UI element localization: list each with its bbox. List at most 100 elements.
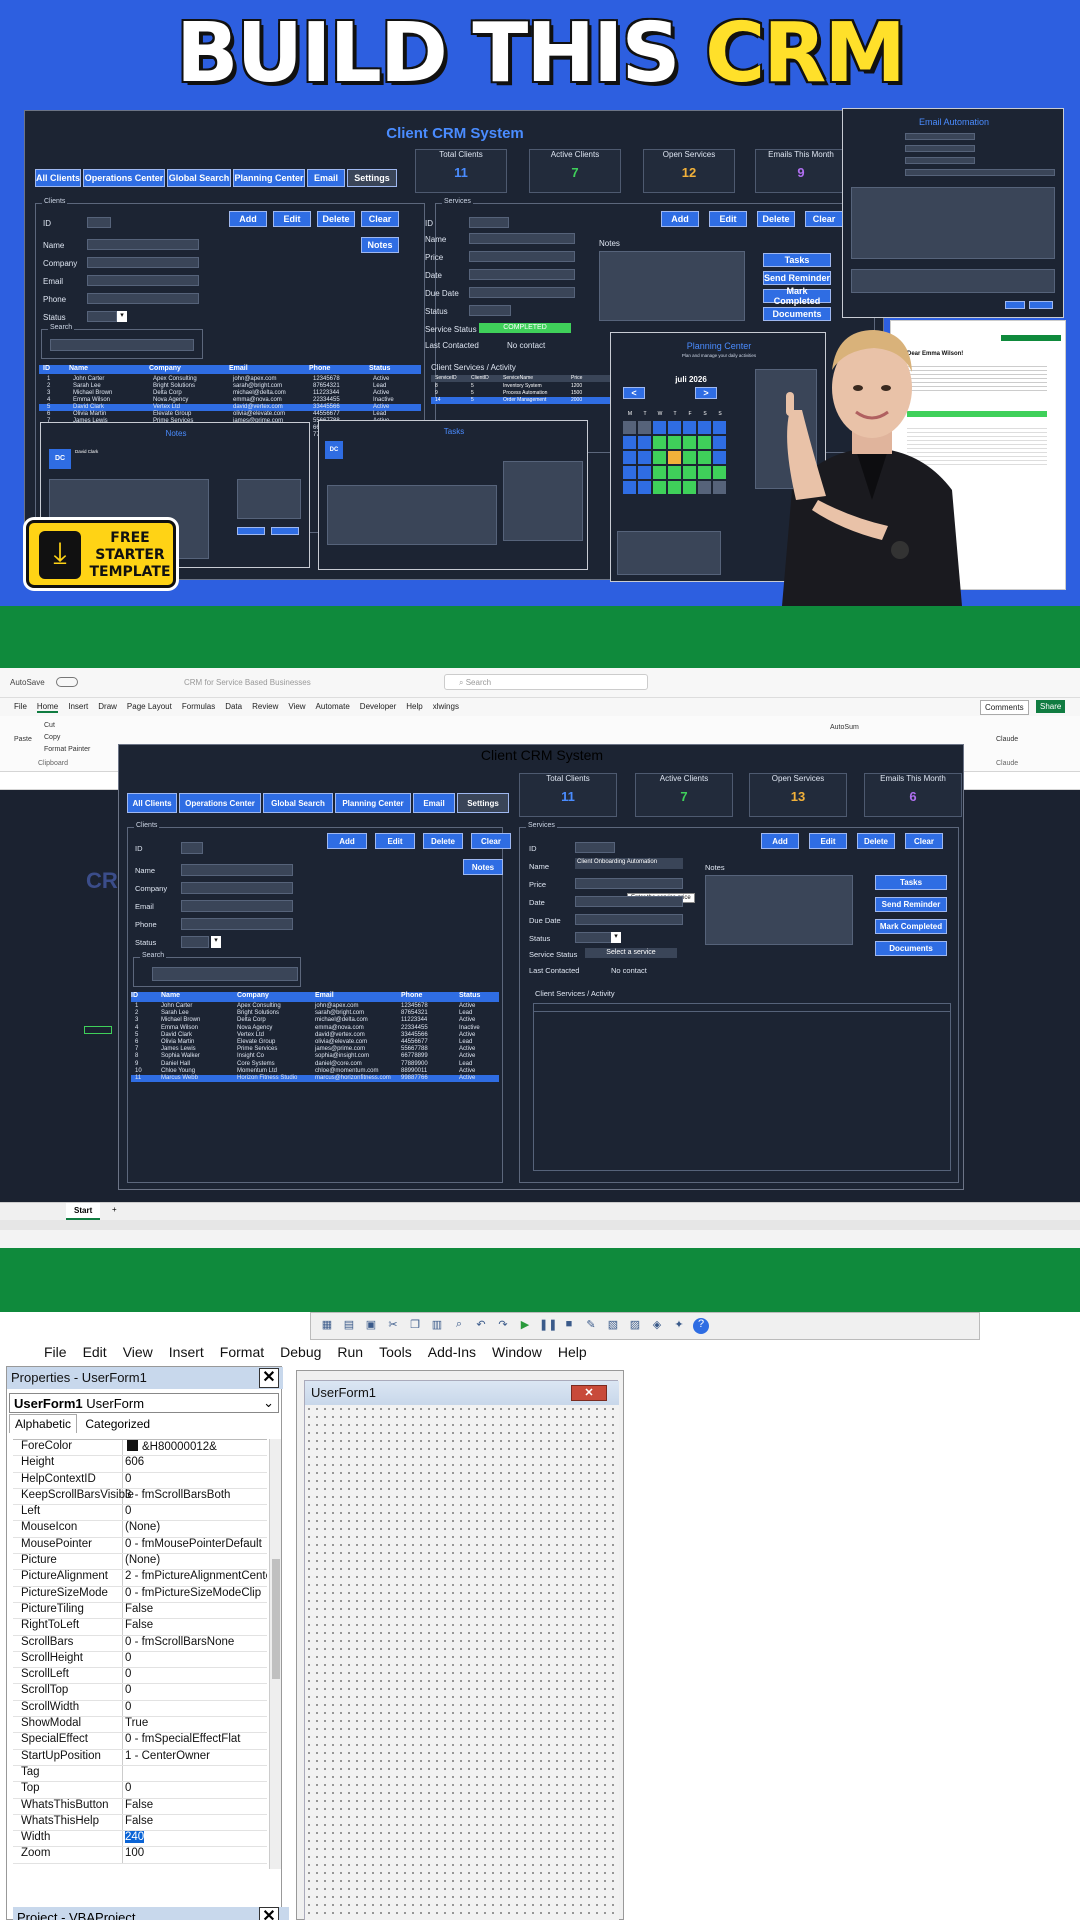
client-search-input[interactable] (152, 967, 298, 981)
property-row[interactable]: WhatsThisHelp False (13, 1814, 267, 1832)
table-row[interactable]: 10 Chloe Young Momentum Ltd chloe@momentum.… (131, 1068, 499, 1075)
tab-email[interactable]: Email (413, 793, 455, 813)
table-row[interactable]: 7 James Lewis Prime Services james@prime.co… (131, 1046, 499, 1053)
notes-action-button-1[interactable] (237, 527, 265, 535)
property-row[interactable]: ScrollBars 0 - fmScrollBarsNone (13, 1635, 267, 1652)
format-painter-button[interactable]: Format Painter (44, 746, 90, 753)
property-row[interactable]: MousePointer 0 - fmMousePointerDefault (13, 1537, 267, 1555)
property-row[interactable]: PictureAlignment 2 - fmPictureAlignmentCe… (13, 1570, 267, 1587)
project-close-icon[interactable]: ✕ (259, 1907, 279, 1920)
menu-item-file[interactable]: File (14, 702, 27, 711)
property-row[interactable]: HelpContextID 0 (13, 1472, 267, 1489)
calendar-day[interactable] (623, 451, 636, 464)
services-row[interactable]: 8 5 Inventory System 1200 (431, 383, 631, 390)
client-notes-button[interactable]: Notes (361, 237, 399, 253)
tab-global-search[interactable]: Global Search (263, 793, 333, 813)
calendar-day[interactable] (668, 481, 681, 494)
menu-item-help[interactable]: Help (406, 702, 422, 711)
calendar-day[interactable] (653, 481, 666, 494)
tab-email[interactable]: Email (307, 169, 345, 187)
calendar-day[interactable] (713, 481, 726, 494)
property-value[interactable] (123, 1766, 267, 1781)
menu-item-insert[interactable]: Insert (68, 702, 88, 711)
service-add-button[interactable]: Add (761, 833, 799, 849)
property-value[interactable]: False (123, 1619, 267, 1634)
property-value[interactable]: 3 - fmScrollBarsBoth (123, 1489, 267, 1504)
autosum-button[interactable]: AutoSum (830, 724, 859, 731)
property-value[interactable]: False (123, 1603, 267, 1618)
userform-grid[interactable] (305, 1405, 619, 1920)
table-row[interactable]: 4 Emma Wilson Nova Agency emma@nova.com 2233… (131, 1025, 499, 1032)
calendar-day[interactable] (638, 481, 651, 494)
properties-icon[interactable]: ▨ (627, 1318, 643, 1334)
service-clear-button[interactable]: Clear (905, 833, 943, 849)
service-edit-button[interactable]: Edit (809, 833, 847, 849)
service-field-input[interactable] (575, 896, 683, 907)
client-field-input[interactable] (87, 293, 199, 304)
client-add-button[interactable]: Add (327, 833, 367, 849)
property-row[interactable]: SpecialEffect 0 - fmSpecialEffectFlat (13, 1733, 267, 1750)
property-value[interactable]: 606 (123, 1456, 267, 1471)
menu-item-developer[interactable]: Developer (360, 702, 396, 711)
menu-item-automate[interactable]: Automate (316, 702, 350, 711)
chevron-down-icon[interactable]: ▾ (211, 936, 221, 948)
client-field-input[interactable] (87, 257, 199, 268)
property-value[interactable]: 0 (123, 1782, 267, 1797)
vba-menu-insert[interactable]: Insert (169, 1344, 204, 1360)
client-field-input[interactable] (87, 311, 117, 322)
property-value[interactable]: 1 - CenterOwner (123, 1750, 267, 1765)
table-row[interactable]: 8 Sophia Walker Insight Co sophia@insight.c… (131, 1053, 499, 1060)
property-row[interactable]: PictureTiling False (13, 1602, 267, 1620)
services-row[interactable]: 14 5 Order Management 2000 (431, 397, 631, 404)
property-row[interactable]: StartUpPosition 1 - CenterOwner (13, 1749, 267, 1766)
tab-planning-center[interactable]: Planning Center (233, 169, 305, 187)
undo-icon[interactable]: ↶ (473, 1318, 489, 1334)
menu-item-view[interactable]: View (288, 702, 305, 711)
client-field-input[interactable] (181, 864, 293, 876)
calendar-day[interactable] (668, 421, 681, 434)
calendar-day[interactable] (623, 481, 636, 494)
client-add-button[interactable]: Add (229, 211, 267, 227)
tab-categorized[interactable]: Categorized (80, 1415, 155, 1433)
properties-scrollbar[interactable] (269, 1439, 281, 1869)
property-value[interactable]: 240 (123, 1831, 267, 1846)
table-row[interactable]: 2 Sarah Lee Bright Solutions sarah@bright.c… (39, 383, 421, 390)
property-value[interactable]: 0 (123, 1473, 267, 1488)
calendar-day[interactable] (713, 466, 726, 479)
vba-menu-edit[interactable]: Edit (83, 1344, 107, 1360)
design-mode-icon[interactable]: ✎ (583, 1318, 599, 1334)
project-explorer-icon[interactable]: ▧ (605, 1318, 621, 1334)
service-field-input[interactable] (575, 842, 615, 853)
client-field-input[interactable] (87, 275, 199, 286)
calendar-day[interactable] (683, 436, 696, 449)
menu-item-formulas[interactable]: Formulas (182, 702, 215, 711)
property-value[interactable]: False (123, 1799, 267, 1814)
tab-operations-center[interactable]: Operations Center (179, 793, 261, 813)
vba-menu-window[interactable]: Window (492, 1344, 542, 1360)
save-icon[interactable]: ▣ (363, 1318, 379, 1334)
menu-item-draw[interactable]: Draw (98, 702, 117, 711)
calendar-day[interactable] (683, 421, 696, 434)
run-icon[interactable]: ▶ (517, 1318, 533, 1334)
client-field-input[interactable] (87, 239, 199, 250)
property-row[interactable]: KeepScrollBarsVisible 3 - fmScrollBarsBot… (13, 1488, 267, 1506)
property-value[interactable]: 0 - fmPictureSizeModeClip (123, 1587, 267, 1602)
service-delete-button[interactable]: Delete (857, 833, 895, 849)
client-delete-button[interactable]: Delete (317, 211, 355, 227)
excel-icon[interactable]: ▦ (319, 1318, 335, 1334)
tab-all-clients[interactable]: All Clients (127, 793, 177, 813)
break-icon[interactable]: ❚❚ (539, 1318, 557, 1334)
client-edit-button[interactable]: Edit (273, 211, 311, 227)
email-remove-button[interactable] (1029, 301, 1053, 309)
client-delete-button[interactable]: Delete (423, 833, 463, 849)
calendar-day[interactable] (638, 451, 651, 464)
property-row[interactable]: RightToLeft False (13, 1619, 267, 1636)
menu-item-review[interactable]: Review (252, 702, 278, 711)
calendar-day[interactable] (638, 421, 651, 434)
client-clear-button[interactable]: Clear (361, 211, 399, 227)
table-row[interactable]: 5 David Clark Vertex Ltd david@vertex.com 33… (39, 404, 421, 411)
insert-icon[interactable]: ▤ (341, 1318, 357, 1334)
tab-settings[interactable]: Settings (347, 169, 397, 187)
help-icon[interactable]: ? (693, 1318, 709, 1334)
property-value[interactable]: 2 - fmPictureAlignmentCente (123, 1570, 267, 1585)
